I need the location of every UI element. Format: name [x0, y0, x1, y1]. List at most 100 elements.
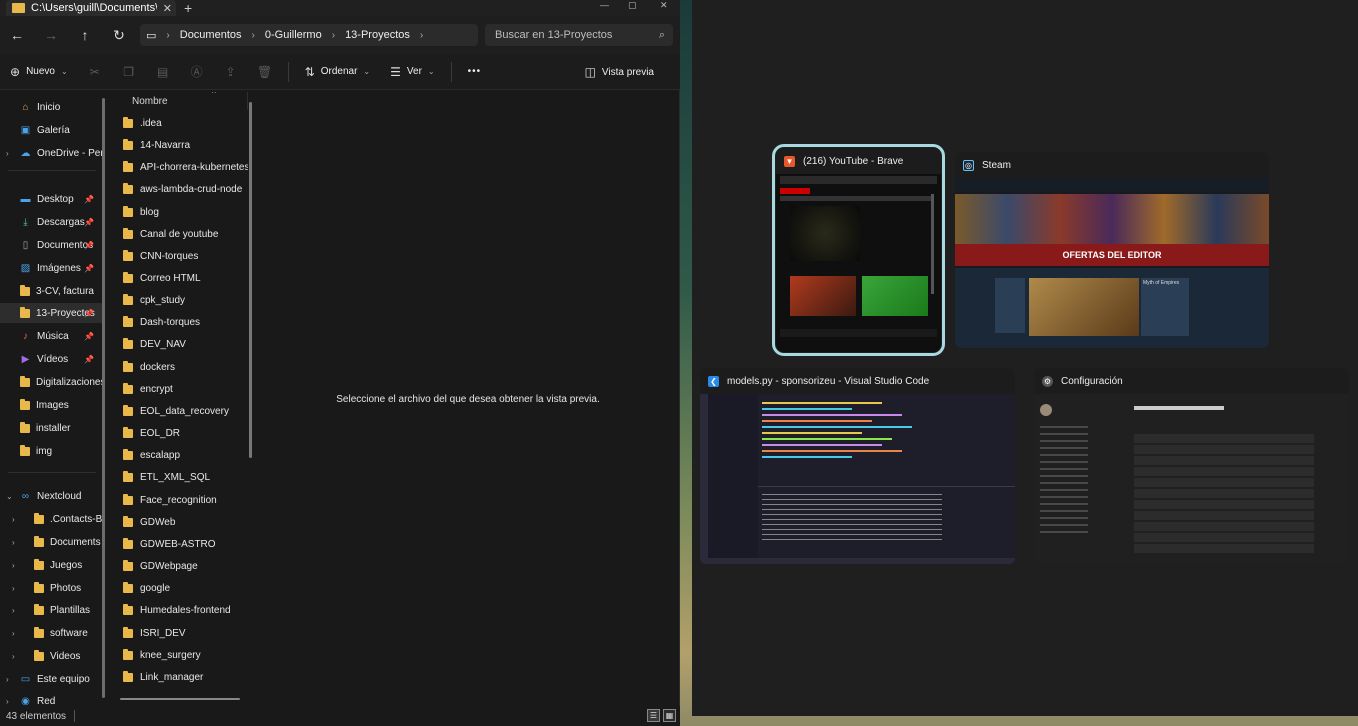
- chevron-right-icon[interactable]: ›: [12, 561, 15, 570]
- window-thumbnail-settings[interactable]: ⚙ Configuración: [1034, 368, 1349, 564]
- share-icon[interactable]: ⇪: [214, 54, 248, 90]
- chevron-right-icon[interactable]: ›: [6, 675, 9, 684]
- folder-row[interactable]: API-chorrera-kubernetes: [108, 156, 248, 178]
- folder-row[interactable]: DEV_NAV: [108, 333, 248, 355]
- paste-icon[interactable]: ▤: [146, 54, 180, 90]
- nav-item-juegos[interactable]: › Juegos: [0, 555, 104, 575]
- rename-icon[interactable]: Ⓐ: [180, 54, 214, 90]
- folder-row[interactable]: EOL_DR: [108, 422, 248, 444]
- nav-item-images[interactable]: Images: [0, 395, 104, 415]
- copy-icon[interactable]: ❐: [112, 54, 146, 90]
- close-window-icon[interactable]: ✕: [660, 0, 668, 10]
- folder-row[interactable]: escalapp: [108, 444, 248, 466]
- delete-icon[interactable]: 🗑: [248, 54, 282, 90]
- folder-row[interactable]: Canal de youtube: [108, 223, 248, 245]
- chevron-right-icon[interactable]: ›: [416, 30, 427, 41]
- nav-item-contacts-backup[interactable]: › .Contacts-Backup: [0, 509, 104, 529]
- view-button[interactable]: ☰ Ver ⌄: [380, 54, 444, 90]
- nav-item-musica[interactable]: ♪ Música 📌: [0, 326, 104, 346]
- folder-row[interactable]: cpk_study: [108, 289, 248, 311]
- chevron-right-icon[interactable]: ›: [6, 149, 9, 158]
- folder-row[interactable]: dockers: [108, 356, 248, 378]
- folder-row[interactable]: google: [108, 577, 248, 599]
- nav-item-imagenes[interactable]: ▨ Imágenes 📌: [0, 258, 104, 278]
- up-button[interactable]: ↑: [68, 18, 102, 52]
- nav-item-documents[interactable]: › Documents: [0, 532, 104, 552]
- nav-item-photos[interactable]: › Photos: [0, 578, 104, 598]
- nav-item-plantillas[interactable]: › Plantillas: [0, 600, 104, 620]
- chevron-right-icon[interactable]: ›: [12, 629, 15, 638]
- nav-item-13-proyectos[interactable]: 13-Proyectos 📌: [0, 303, 104, 323]
- folder-row[interactable]: GDWEB-ASTRO: [108, 533, 248, 555]
- nav-item-cv-factura[interactable]: 3-CV, factura: [0, 281, 104, 301]
- window-thumbnail-vscode[interactable]: ❮ models.py - sponsorizeu - Visual Studi…: [700, 368, 1015, 564]
- folder-row[interactable]: Humedales-frontend: [108, 599, 248, 621]
- nav-item-img[interactable]: img: [0, 441, 104, 461]
- column-header-name[interactable]: ^ Nombre: [108, 92, 248, 110]
- window-thumbnail-steam[interactable]: ◎ Steam OFERTAS DEL EDITOR Myth of Empir…: [955, 152, 1269, 348]
- breadcrumb-item[interactable]: 13-Proyectos: [339, 29, 416, 41]
- horizontal-scrollbar[interactable]: [120, 698, 240, 700]
- chevron-right-icon[interactable]: ›: [12, 652, 15, 661]
- breadcrumb-item[interactable]: Documentos: [174, 29, 248, 41]
- cut-icon[interactable]: ✂: [78, 54, 112, 90]
- file-list-scrollbar[interactable]: [249, 102, 252, 458]
- folder-row[interactable]: aws-lambda-crud-node: [108, 178, 248, 200]
- nav-scrollbar[interactable]: [102, 98, 105, 698]
- window-thumbnail-brave[interactable]: ▼ (216) YouTube - Brave: [772, 144, 945, 356]
- nav-item-nextcloud[interactable]: ⌄ ∞ Nextcloud: [0, 486, 104, 506]
- folder-row[interactable]: GDWeb: [108, 511, 248, 533]
- folder-row[interactable]: EOL_data_recovery: [108, 400, 248, 422]
- chevron-right-icon[interactable]: ›: [12, 606, 15, 615]
- chevron-right-icon[interactable]: ›: [12, 584, 15, 593]
- maximize-icon[interactable]: ▢: [628, 0, 637, 10]
- folder-row[interactable]: .idea: [108, 112, 248, 134]
- folder-row[interactable]: ISRI_DEV: [108, 622, 248, 644]
- nav-item-videos[interactable]: ▶ Vídeos 📌: [0, 349, 104, 369]
- search-input[interactable]: Buscar en 13-Proyectos ⌕: [485, 24, 673, 46]
- nav-item-software[interactable]: › software: [0, 623, 104, 643]
- folder-row[interactable]: Face_recognition: [108, 489, 248, 511]
- folder-row[interactable]: knee_surgery: [108, 644, 248, 666]
- chevron-right-icon[interactable]: ›: [12, 538, 15, 547]
- breadcrumb[interactable]: ▭ › Documentos › 0-Guillermo › 13-Proyec…: [140, 24, 478, 46]
- nav-item-videos-nextcloud[interactable]: › Videos: [0, 646, 104, 666]
- nav-item-onedrive[interactable]: › ☁ OneDrive - Perso: [0, 143, 104, 163]
- nav-item-este-equipo[interactable]: › ▭ Este equipo: [0, 669, 104, 689]
- close-tab-icon[interactable]: ✕: [163, 2, 176, 15]
- sort-button[interactable]: ⇅ Ordenar ⌄: [295, 54, 380, 90]
- folder-row[interactable]: Link_manager: [108, 666, 248, 688]
- refresh-button[interactable]: ↻: [102, 18, 136, 52]
- new-button[interactable]: ⊕ Nuevo ⌄: [0, 54, 78, 90]
- back-button[interactable]: ←: [0, 18, 34, 52]
- chevron-down-icon[interactable]: ⌄: [6, 492, 13, 501]
- nav-item-installer[interactable]: installer: [0, 418, 104, 438]
- more-options-button[interactable]: •••: [458, 54, 492, 90]
- nav-item-red[interactable]: › ◉ Red: [0, 691, 104, 707]
- chevron-right-icon[interactable]: ›: [6, 697, 9, 706]
- folder-row[interactable]: Dash-torques: [108, 311, 248, 333]
- folder-row[interactable]: CNN-torques: [108, 245, 248, 267]
- nav-item-documentos[interactable]: ▯ Documentos 📌: [0, 235, 104, 255]
- nav-item-galeria[interactable]: ▣ Galería: [0, 120, 104, 140]
- nav-item-inicio[interactable]: ⌂ Inicio: [0, 97, 104, 117]
- nav-item-descargas[interactable]: ⤓ Descargas 📌: [0, 212, 104, 232]
- preview-pane-button[interactable]: ◫ Vista previa: [575, 54, 664, 90]
- forward-button[interactable]: →: [34, 18, 68, 52]
- tiles-view-icon[interactable]: ▦: [663, 709, 676, 722]
- folder-row[interactable]: 14-Navarra: [108, 134, 248, 156]
- minimize-icon[interactable]: —: [600, 0, 609, 10]
- nav-item-desktop[interactable]: ▬ Desktop 📌: [0, 189, 104, 209]
- folder-row[interactable]: blog: [108, 201, 248, 223]
- monitor-icon[interactable]: ▭: [140, 29, 162, 42]
- details-view-icon[interactable]: ☰: [647, 709, 660, 722]
- nav-item-digitalizaciones[interactable]: Digitalizaciones: [0, 372, 104, 392]
- folder-row[interactable]: encrypt: [108, 378, 248, 400]
- folder-row[interactable]: GDWebpage: [108, 555, 248, 577]
- breadcrumb-item[interactable]: 0-Guillermo: [259, 29, 328, 41]
- folder-row[interactable]: Correo HTML: [108, 267, 248, 289]
- chevron-right-icon[interactable]: ›: [12, 515, 15, 524]
- folder-row[interactable]: ETL_XML_SQL: [108, 466, 248, 488]
- explorer-tab[interactable]: C:\Users\guill\Documents\0-G ✕: [6, 0, 176, 16]
- new-tab-button[interactable]: +: [184, 0, 192, 16]
